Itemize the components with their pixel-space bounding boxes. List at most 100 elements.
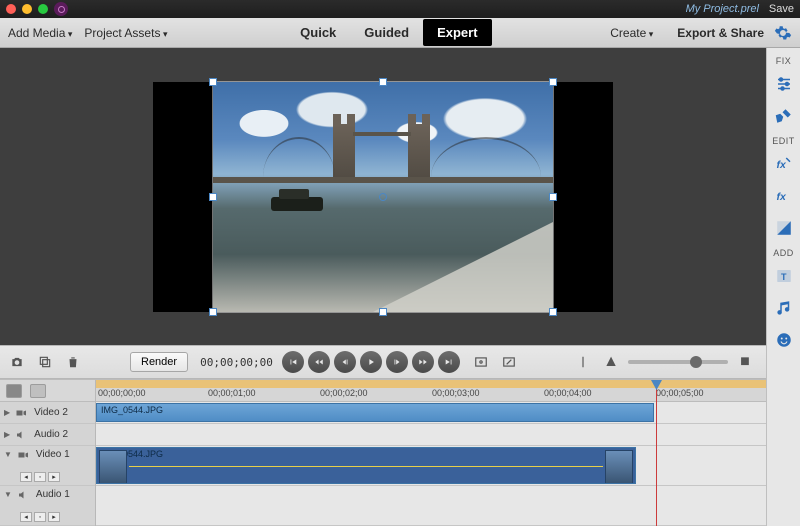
expand-track-icon[interactable]: ▶ (4, 408, 10, 417)
prev-keyframe-icon[interactable]: ◂ (20, 472, 32, 482)
svg-text:fx: fx (776, 191, 786, 203)
track-header-video2[interactable]: ▶ Video 2 (0, 402, 95, 424)
track-header-video1[interactable]: ▼ Video 1 ◂ ◦ ▸ (0, 446, 95, 486)
safe-margins-icon[interactable] (470, 351, 492, 373)
fullscreen-icon[interactable] (498, 351, 520, 373)
add-keyframe-icon[interactable]: ◦ (34, 472, 46, 482)
tab-guided[interactable]: Guided (350, 19, 423, 46)
goto-end-icon[interactable] (438, 351, 460, 373)
adjust-sliders-icon[interactable] (771, 71, 797, 97)
right-tool-panel: FIX EDIT fx fx ADD T (766, 48, 800, 526)
duplicate-icon[interactable] (34, 351, 56, 373)
track-headers: ▶ Video 2 ▶ Audio 2 ▼ Video 1 (0, 380, 96, 526)
clip-video1[interactable]: IMG_0544.JPG (96, 447, 636, 484)
zoom-knob[interactable] (690, 356, 702, 368)
tools-icon[interactable] (771, 103, 797, 129)
clip-thumb-end-icon (605, 450, 633, 484)
resize-handle-tm[interactable] (380, 79, 386, 85)
resize-handle-bl[interactable] (210, 309, 216, 315)
view-mode-a-icon[interactable] (6, 384, 22, 398)
collapse-track-icon[interactable]: ▼ (4, 450, 12, 459)
minimize-window-button[interactable] (22, 4, 32, 14)
next-keyframe-icon[interactable]: ▸ (48, 472, 60, 482)
svg-text:T: T (781, 272, 787, 282)
render-button[interactable]: Render (130, 352, 188, 372)
resize-handle-mr[interactable] (550, 194, 556, 200)
track-header-audio2[interactable]: ▶ Audio 2 (0, 424, 95, 446)
timeline-zoom-slider[interactable]: ▲ ■ (600, 351, 756, 373)
resize-handle-ml[interactable] (210, 194, 216, 200)
toggle-video-icon[interactable] (16, 449, 30, 461)
keyframe-nav: ◂ ◦ ▸ (20, 472, 60, 482)
app-root: My Project.prel Save Add Media Project A… (0, 0, 800, 526)
toggle-audio-icon[interactable] (14, 429, 28, 441)
timecode-display[interactable]: 00;00;00;00 (200, 356, 273, 369)
time-ruler[interactable]: 00;00;00;00 00;00;01;00 00;00;02;00 00;0… (96, 380, 766, 402)
add-keyframe-icon[interactable]: ◦ (34, 512, 46, 522)
track-row-audio1[interactable] (96, 486, 766, 526)
section-label-fix: FIX (776, 56, 792, 66)
preview-clip-image[interactable] (213, 82, 553, 312)
ruler-tick: 00;00;01;00 (208, 388, 256, 398)
delete-icon[interactable] (62, 351, 84, 373)
view-mode-b-icon[interactable] (30, 384, 46, 398)
applied-effects-icon[interactable]: fx (771, 151, 797, 177)
add-media-menu[interactable]: Add Media (8, 26, 72, 40)
work-area-bar[interactable] (96, 380, 766, 388)
next-keyframe-icon[interactable]: ▸ (48, 512, 60, 522)
project-assets-menu[interactable]: Project Assets (84, 26, 167, 40)
step-back-icon[interactable] (334, 351, 356, 373)
fast-forward-icon[interactable] (412, 351, 434, 373)
svg-text:fx: fx (776, 159, 786, 171)
playback-controls (279, 351, 464, 373)
keyframe-nav: ◂ ◦ ▸ (20, 512, 60, 522)
track-row-video2[interactable]: IMG_0544.JPG (96, 402, 766, 424)
play-icon[interactable] (360, 351, 382, 373)
toggle-audio-icon[interactable] (16, 489, 30, 501)
ruler-tick: 00;00;02;00 (320, 388, 368, 398)
timeline-view-switch (0, 380, 95, 402)
ruler-tick: 00;00;00;00 (98, 388, 146, 398)
export-share-button[interactable]: Export & Share (677, 26, 764, 40)
toggle-video-icon[interactable] (14, 407, 28, 419)
playhead[interactable] (656, 380, 657, 526)
tracks: IMG_0544.JPG IMG_0544.JPG (96, 402, 766, 526)
top-toolbar: Add Media Project Assets Quick Guided Ex… (0, 18, 800, 48)
expand-track-icon[interactable]: ▶ (4, 430, 10, 439)
graphics-smiley-icon[interactable] (771, 327, 797, 353)
effects-icon[interactable]: fx (771, 183, 797, 209)
step-forward-icon[interactable] (386, 351, 408, 373)
tab-expert[interactable]: Expert (423, 19, 491, 46)
window-titlebar: My Project.prel Save (0, 0, 800, 18)
create-menu[interactable]: Create (610, 26, 653, 40)
save-button[interactable]: Save (769, 3, 794, 15)
app-logo-icon (54, 2, 68, 16)
preview-stage[interactable] (153, 82, 613, 312)
marker-icon[interactable] (572, 351, 594, 373)
titles-text-icon[interactable]: T (771, 263, 797, 289)
goto-start-icon[interactable] (282, 351, 304, 373)
music-icon[interactable] (771, 295, 797, 321)
rewind-icon[interactable] (308, 351, 330, 373)
anchor-point-icon[interactable] (379, 193, 387, 201)
clip-video2[interactable]: IMG_0544.JPG (96, 403, 654, 422)
resize-handle-tr[interactable] (550, 79, 556, 85)
project-filename: My Project.prel (686, 3, 759, 15)
track-row-audio2[interactable] (96, 424, 766, 446)
settings-gear-icon[interactable] (774, 24, 792, 42)
resize-handle-tl[interactable] (210, 79, 216, 85)
prev-keyframe-icon[interactable]: ◂ (20, 512, 32, 522)
timeline-panel: ▶ Video 2 ▶ Audio 2 ▼ Video 1 (0, 379, 766, 526)
snapshot-icon[interactable] (6, 351, 28, 373)
track-row-video1[interactable]: IMG_0544.JPG (96, 446, 766, 486)
timeline-tracks-area[interactable]: 00;00;00;00 00;00;01;00 00;00;02;00 00;0… (96, 380, 766, 526)
zoom-in-icon[interactable]: ■ (734, 351, 756, 373)
window-controls (6, 4, 48, 14)
transitions-icon[interactable] (771, 215, 797, 241)
close-window-button[interactable] (6, 4, 16, 14)
tab-quick[interactable]: Quick (286, 19, 350, 46)
zoom-window-button[interactable] (38, 4, 48, 14)
zoom-out-icon[interactable]: ▲ (600, 351, 622, 373)
track-header-audio1[interactable]: ▼ Audio 1 ◂ ◦ ▸ (0, 486, 95, 526)
collapse-track-icon[interactable]: ▼ (4, 490, 12, 499)
